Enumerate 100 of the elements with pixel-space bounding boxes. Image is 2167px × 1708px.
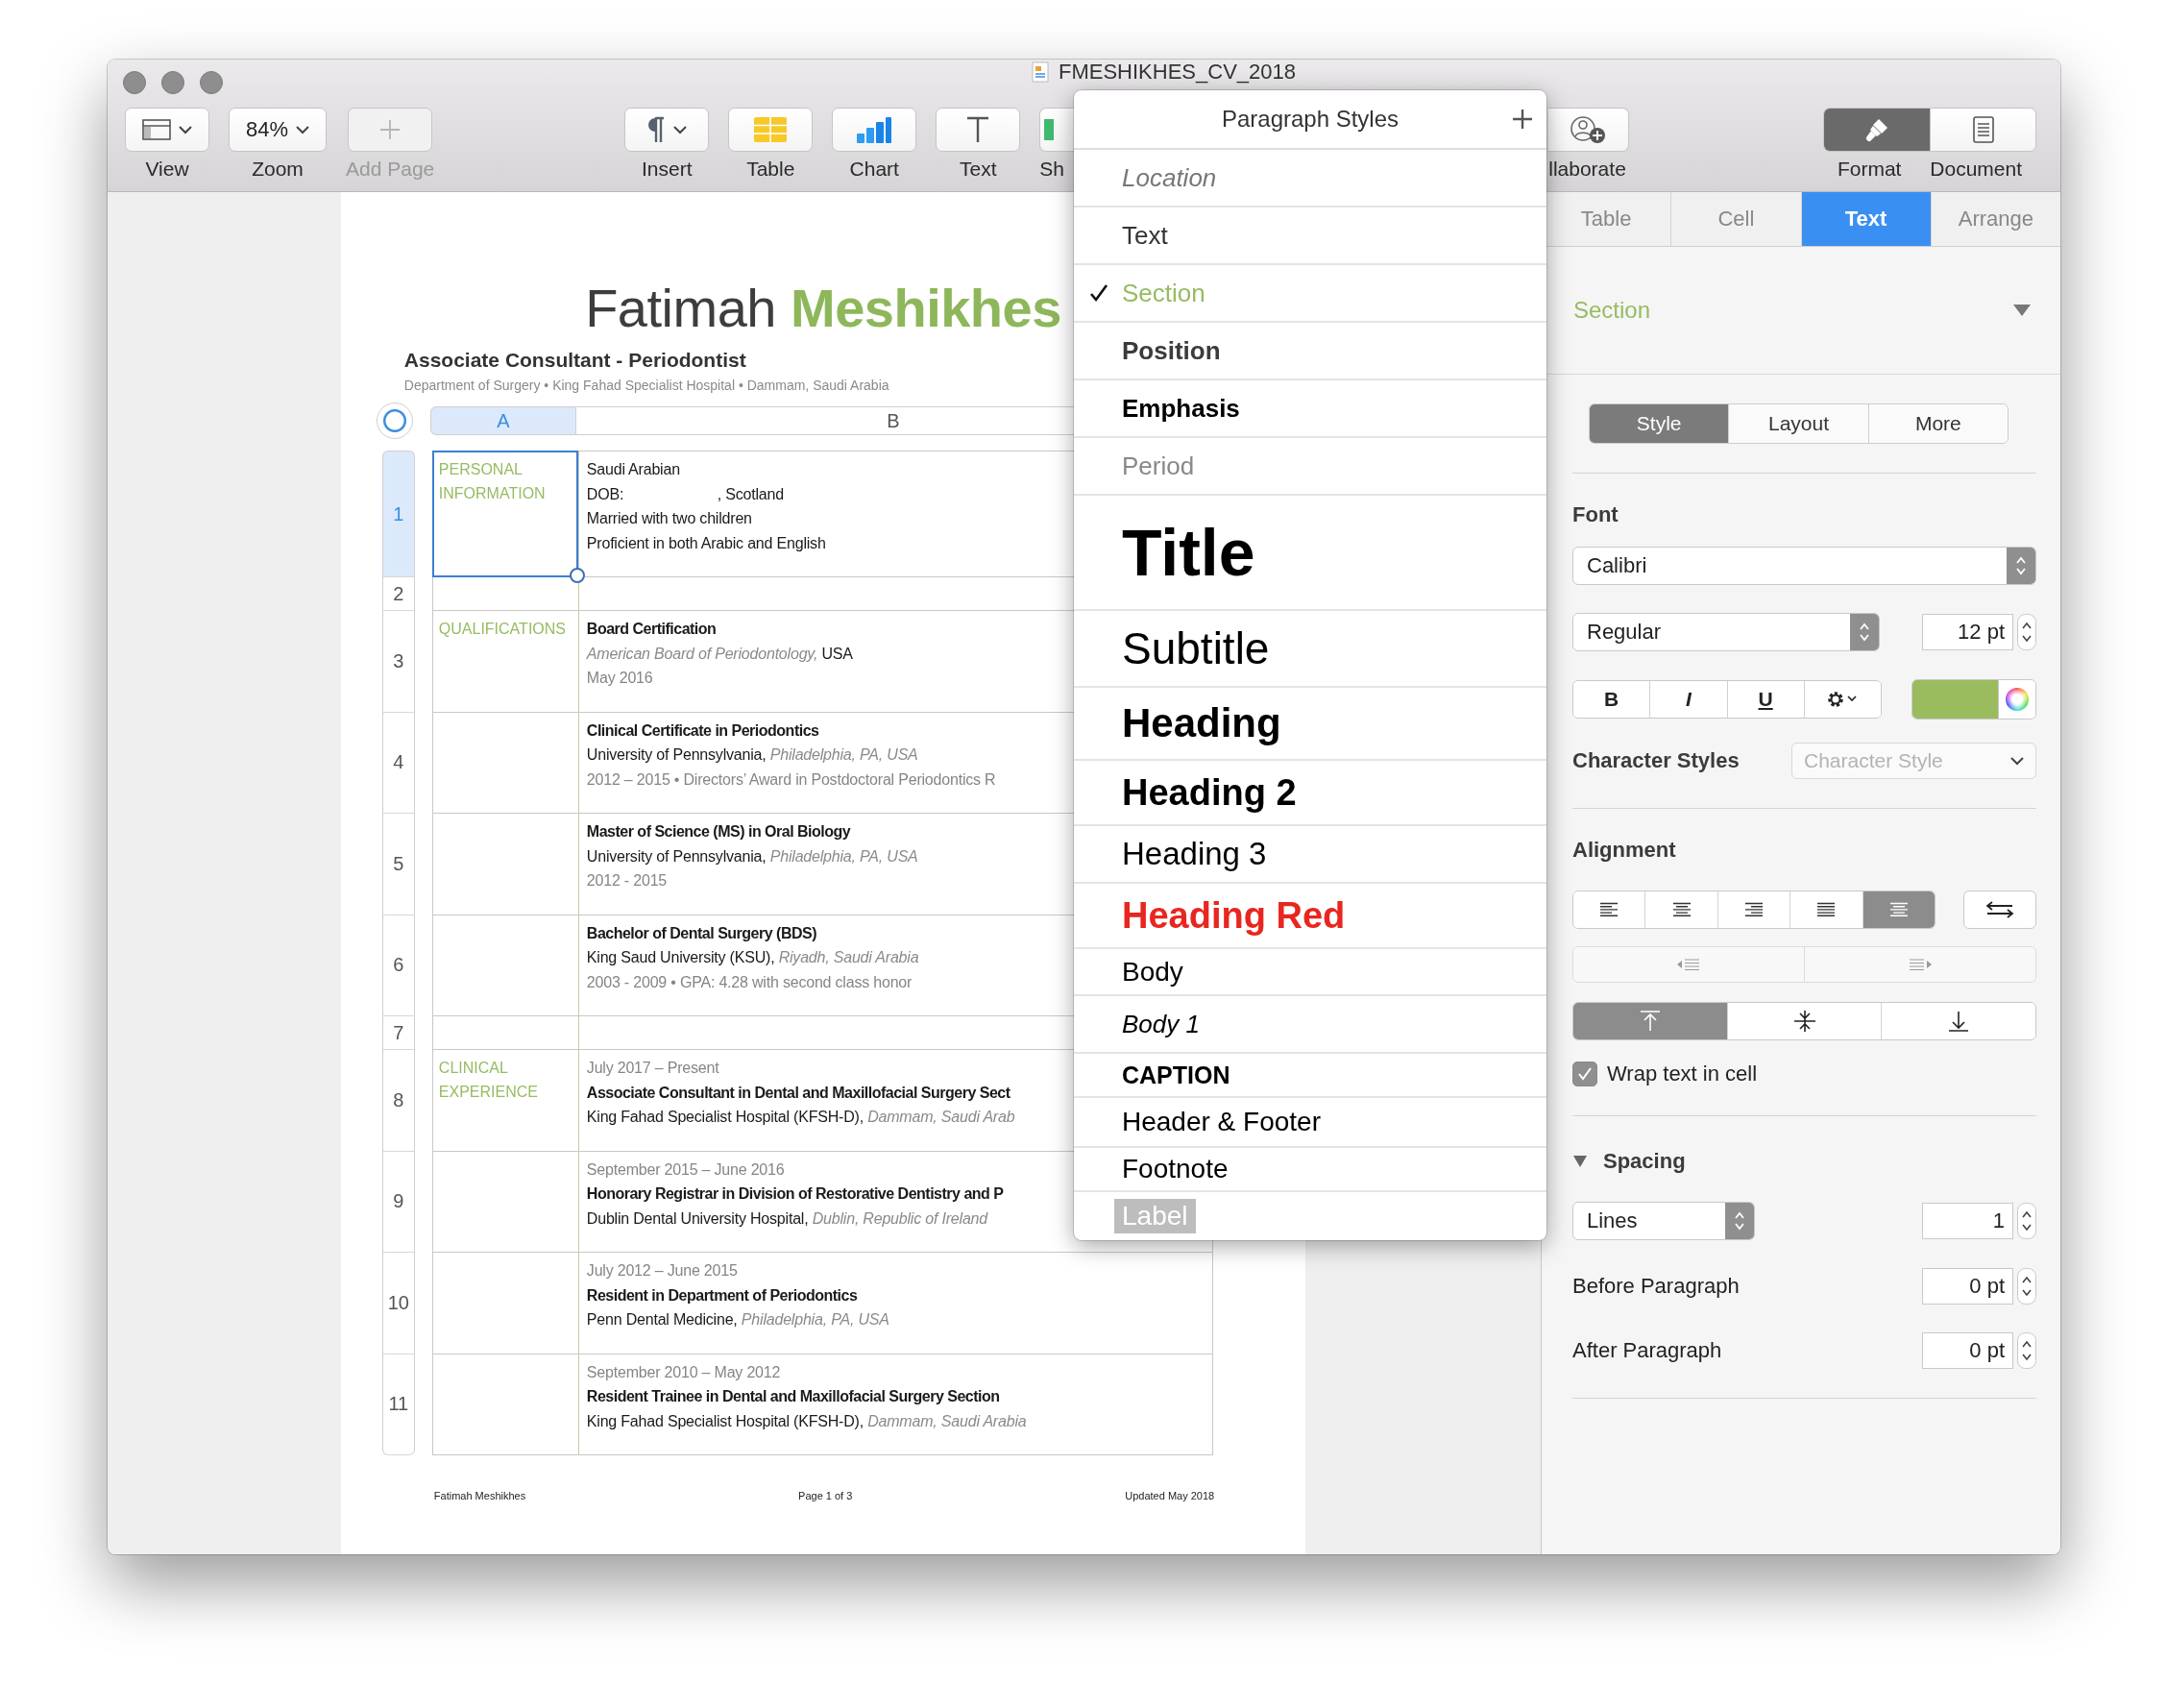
toolbar-label: Add Page (346, 158, 435, 181)
resize-handle[interactable] (569, 568, 585, 583)
toolbar-label: Sh (1039, 158, 1064, 181)
text-button[interactable] (936, 108, 1021, 152)
popup-arrows-icon (2007, 548, 2035, 584)
alignment-icon (1670, 902, 1692, 917)
text-direction-button[interactable] (1963, 891, 2036, 929)
style-menu-item[interactable]: Position (1074, 323, 1546, 380)
font-size-field[interactable]: 12 pt (1922, 614, 2013, 650)
outdent-icon (1676, 958, 1701, 971)
row-header[interactable]: 2 (381, 577, 415, 611)
row-header[interactable]: 6 (381, 915, 415, 1016)
line-spacing-menu[interactable]: Lines (1572, 1202, 1755, 1240)
row-header[interactable]: 10 (381, 1253, 415, 1354)
style-menu-item[interactable]: Heading Red (1074, 884, 1546, 949)
stepper-icon[interactable] (2017, 614, 2036, 650)
footer-name: Fatimah Meshikhes (433, 1490, 526, 1501)
entry-detail: King Fahad Specialist Hospital (KFSH-D), Dammam, Saudi Arab (586, 1108, 1015, 1127)
typeface-menu[interactable]: Regular (1572, 613, 1880, 651)
sidebar-layout-icon (142, 119, 171, 140)
stepper-icon[interactable] (2017, 1203, 2036, 1239)
vertical-align-icon (1791, 1010, 1817, 1033)
style-menu-item[interactable]: Body (1074, 949, 1546, 996)
entry-title: Clinical Certificate in Periodontics (586, 720, 819, 741)
entry-detail: Penn Dental Medicine, Philadelphia, PA, USA (586, 1310, 889, 1330)
window-title: FMESHIKHES_CV_2018 (1059, 60, 1296, 85)
color-wheel-icon[interactable] (2006, 688, 2029, 711)
before-paragraph-field[interactable]: 0 pt (1922, 1268, 2013, 1305)
format-button[interactable] (1824, 109, 1930, 151)
zoom-window-button[interactable] (200, 71, 223, 94)
entry-date: September 2010 – May 2012 (586, 1362, 781, 1382)
plus-icon (379, 119, 402, 140)
inspector-subtab[interactable]: More (1867, 404, 2008, 443)
document-button[interactable] (1930, 109, 2035, 151)
checkbox[interactable] (1572, 1061, 1597, 1086)
align-auto-button[interactable] (1862, 891, 1935, 928)
row-header[interactable]: 11 (381, 1354, 415, 1455)
popup-arrows-icon (1725, 1203, 1754, 1239)
style-menu-item[interactable]: Title (1074, 496, 1546, 611)
chart-button[interactable] (832, 108, 917, 152)
style-menu-item[interactable]: Period (1074, 438, 1546, 496)
toolbar-label: Table (746, 158, 795, 181)
footer-date: Updated May 2018 (1125, 1490, 1215, 1501)
style-menu-item[interactable]: CAPTION (1074, 1054, 1546, 1098)
entry-title: Honorary Registrar in Division of Restorative Dentistry and P (586, 1184, 1004, 1204)
disclosure-triangle-icon[interactable] (1572, 1155, 1588, 1168)
pilcrow-icon (646, 116, 667, 143)
toolbar-label: View (145, 158, 189, 181)
alignment-icon (1598, 902, 1620, 917)
gear-button[interactable] (1803, 681, 1881, 718)
style-menu-item[interactable]: Body 1 (1074, 996, 1546, 1054)
align-middle-button[interactable] (1726, 1003, 1882, 1039)
text-color-well[interactable] (1912, 680, 1998, 719)
select-table-button[interactable] (376, 403, 413, 439)
style-menu-item[interactable]: Footnote (1074, 1148, 1546, 1192)
inspector-subtab[interactable]: Style (1590, 404, 1729, 443)
style-menu-item[interactable]: Heading 2 (1074, 761, 1546, 826)
row-header[interactable]: 9 (381, 1151, 415, 1253)
plus-icon[interactable] (1512, 109, 1533, 130)
swap-arrows-icon (1985, 900, 2014, 919)
chevron-icon (2010, 756, 2024, 766)
row-header[interactable]: 8 (381, 1050, 415, 1152)
shape-button[interactable] (1039, 108, 1075, 152)
document-name: Fatimah Meshikhes (585, 277, 1061, 339)
toolbar-label: Document (1930, 158, 2023, 181)
style-menu-item[interactable]: Emphasis (1074, 380, 1546, 438)
style-menu-item[interactable]: Subtitle (1074, 611, 1546, 688)
stepper-icon[interactable] (2017, 1332, 2036, 1369)
insert-button[interactable] (624, 108, 710, 152)
alignment-icon (1887, 902, 1910, 917)
style-menu-item[interactable]: Header & Footer (1074, 1098, 1546, 1148)
collaborate-button[interactable] (1548, 108, 1630, 152)
entry-date: September 2015 – June 2016 (586, 1159, 785, 1180)
line-spacing-field[interactable]: 1 (1922, 1203, 2013, 1239)
row-header[interactable]: 4 (381, 712, 415, 814)
zoom-button[interactable]: 84% (229, 108, 327, 152)
dropdown-triangle-icon[interactable] (2012, 304, 2032, 317)
inspector-subtab[interactable]: Layout (1728, 404, 1868, 443)
entry-title: Associate Consultant in Dental and Maxillofacial Surgery Sect (586, 1083, 1010, 1103)
close-button[interactable] (123, 71, 146, 94)
section-label: CLINICAL EXPERIENCE (438, 1059, 539, 1102)
row-header[interactable]: 5 (381, 814, 415, 915)
style-menu-item[interactable]: Location (1074, 150, 1546, 207)
style-menu-item[interactable]: Heading 3 (1074, 826, 1546, 884)
after-paragraph-field[interactable]: 0 pt (1922, 1332, 2013, 1369)
row-header[interactable]: 7 (381, 1016, 415, 1050)
style-menu-item[interactable]: Heading (1074, 688, 1546, 761)
font-family-menu[interactable]: Calibri (1572, 547, 2036, 585)
checkmark-icon (1089, 283, 1108, 303)
section-heading: Alignment (1572, 838, 1677, 863)
text-tool-icon (965, 116, 991, 143)
entry-date: July 2012 – June 2015 (586, 1261, 738, 1281)
bar-chart-icon (856, 116, 893, 143)
minimize-button[interactable] (161, 71, 184, 94)
row-header[interactable]: 3 (381, 611, 415, 713)
page-number: Page 1 of 3 (798, 1490, 853, 1501)
stepper-icon[interactable] (2017, 1268, 2036, 1305)
view-button[interactable] (125, 108, 209, 152)
style-menu-item[interactable]: Text (1074, 207, 1546, 265)
entry-detail: Dublin Dental University Hospital, Dublin, Republic of Ireland (586, 1208, 987, 1229)
